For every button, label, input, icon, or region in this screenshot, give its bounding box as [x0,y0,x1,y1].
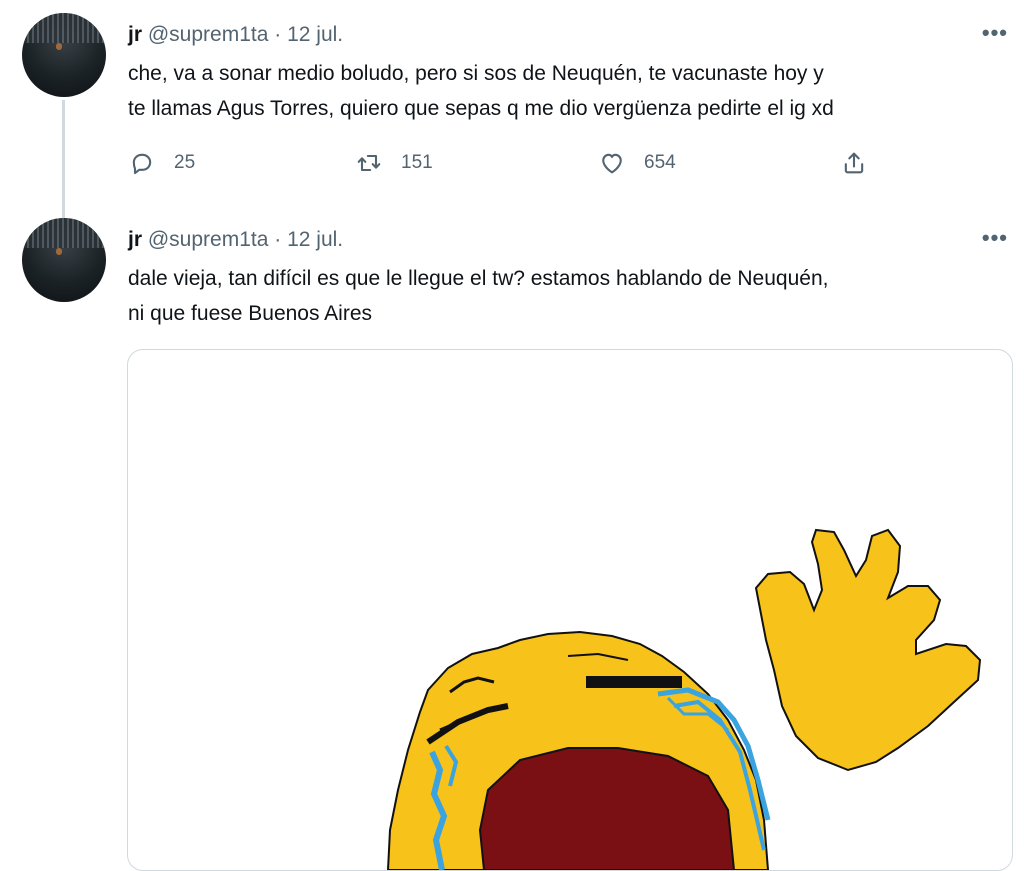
separator: · [274,228,282,251]
crying-emoji-image [386,528,982,870]
handle[interactable]: @suprem1ta [148,228,269,251]
reply-count: 25 [174,152,196,173]
tweet-1[interactable]: jr @suprem1ta · 12 jul. ••• che, va a so… [0,0,1024,210]
more-options-icon[interactable]: ••• [982,225,1008,251]
display-name[interactable]: jr [128,23,142,46]
like-count: 654 [644,152,676,173]
tweet-text-line: dale vieja, tan difícil es que le llegue… [128,267,829,290]
retweet-count: 151 [401,152,433,173]
tweet-media-image[interactable] [127,349,1013,871]
tweet-text: che, va a sonar medio boludo, pero si so… [128,56,1008,126]
tweet-text-line: che, va a sonar medio boludo, pero si so… [128,62,824,85]
reply-icon [132,153,152,175]
heart-icon [602,153,622,174]
share-button[interactable] [840,145,868,181]
display-name[interactable]: jr [128,228,142,251]
tweet-text-line: ni que fuese Buenos Aires [128,302,373,325]
reply-button[interactable]: 25 [128,145,195,181]
timestamp[interactable]: 12 jul. [287,23,343,46]
avatar[interactable] [22,218,106,302]
tweet-actions: 25 151 654 [128,145,888,181]
avatar[interactable] [22,13,106,97]
tweet-header: jr @suprem1ta · 12 jul. [128,22,343,48]
tweet-text-line: te llamas Agus Torres, quiero que sepas … [128,97,834,120]
retweet-icon [357,154,381,172]
separator: · [274,23,282,46]
retweet-button[interactable]: 151 [355,145,433,181]
timestamp[interactable]: 12 jul. [287,228,343,251]
more-options-icon[interactable]: ••• [982,20,1008,46]
like-button[interactable]: 654 [598,145,676,181]
tweet-text: dale vieja, tan difícil es que le llegue… [128,261,1008,331]
share-icon [844,152,864,174]
tweet-header: jr @suprem1ta · 12 jul. [128,227,343,253]
handle[interactable]: @suprem1ta [148,23,269,46]
